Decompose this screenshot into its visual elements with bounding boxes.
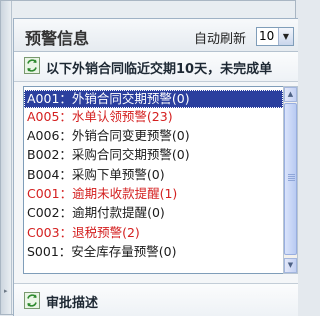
list-item[interactable]: B002：采购合同交期预警(0) — [24, 146, 283, 164]
list-item[interactable]: B004：采购下单预警(0) — [24, 166, 283, 184]
approval-label: 审批描述 — [46, 296, 99, 311]
panel-title: 预警信息 — [25, 29, 90, 48]
approval-section-header: 审批描述 — [14, 283, 298, 316]
scrollbar-thumb[interactable] — [284, 103, 297, 255]
list-item[interactable]: C001：逾期未收款提醒(1) — [24, 185, 283, 203]
refresh-interval-select[interactable]: 10 ▼ — [256, 27, 294, 46]
list-item[interactable]: A001：外销合同交期预警(0) — [24, 90, 283, 108]
warning-panel: 预警信息 自动刷新 10 ▼ 以下外销合同临近交期10天，未完成单 A001：外… — [13, 18, 298, 316]
notice-bar: 以下外销合同临近交期10天，未完成单 — [14, 52, 298, 82]
panel-header: 预警信息 自动刷新 10 ▼ — [14, 19, 298, 52]
scroll-up-arrow-icon[interactable]: ▲ — [284, 87, 297, 102]
list-item[interactable]: C002：逾期付款提醒(0) — [24, 204, 283, 222]
list-item[interactable]: S001：安全库存量预警(0) — [24, 243, 283, 261]
list-item[interactable]: A005：水单认领预警(23) — [24, 108, 283, 126]
auto-refresh-label: 自动刷新 — [194, 32, 247, 47]
side-splitter[interactable]: ▸ — [1, 1, 12, 314]
list-item[interactable]: C003：退税预警(2) — [24, 224, 283, 242]
window-frame: ▸ 预警信息 自动刷新 10 ▼ 以下外销合同临近交期10天，未完成单 A001… — [0, 0, 298, 316]
list-item[interactable]: A006：外销合同变更预警(0) — [24, 127, 283, 145]
collapse-arrow-icon[interactable]: ▸ — [4, 287, 8, 295]
scroll-down-arrow-icon[interactable]: ▼ — [284, 258, 297, 273]
notice-text: 以下外销合同临近交期10天，未完成单 — [46, 62, 273, 77]
chevron-down-icon[interactable]: ▼ — [278, 28, 293, 45]
grip-icon — [288, 174, 295, 182]
alert-list[interactable]: A001：外销合同交期预警(0) A005：水单认领预警(23) A006：外销… — [23, 86, 284, 274]
list-scrollbar[interactable]: ▲ ▼ — [283, 86, 298, 274]
refresh-icon[interactable] — [24, 292, 40, 309]
refresh-interval-value: 10 — [259, 29, 275, 43]
refresh-icon[interactable] — [24, 57, 40, 74]
